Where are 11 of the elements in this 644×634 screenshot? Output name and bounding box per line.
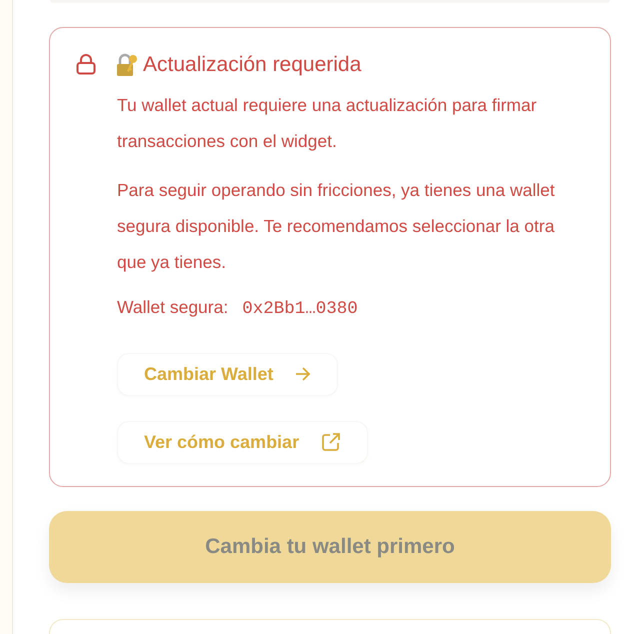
lock-icon (76, 54, 96, 76)
external-link-icon (321, 432, 342, 452)
wallet-address: 0x2Bb1…0380 (242, 298, 358, 319)
wallet-label: Wallet segura: (117, 296, 228, 318)
arrow-right-icon (295, 367, 312, 382)
alert-message: Para seguir operando sin fricciones, ya tienes una wallet segura disponible. Te recomendamos seleccionar la otra que ya tienes. (117, 178, 556, 274)
alert-message: Tu wallet actual requiere una actualización para firmar transacciones con el widget. (117, 94, 538, 153)
guide-link-button[interactable]: Ver cómo cambiar (117, 420, 368, 464)
switch-wallet-button[interactable]: Cambiar Wallet (117, 352, 338, 396)
lock-key-icon (115, 52, 139, 77)
alert-title: Actualización requerida (143, 52, 362, 77)
